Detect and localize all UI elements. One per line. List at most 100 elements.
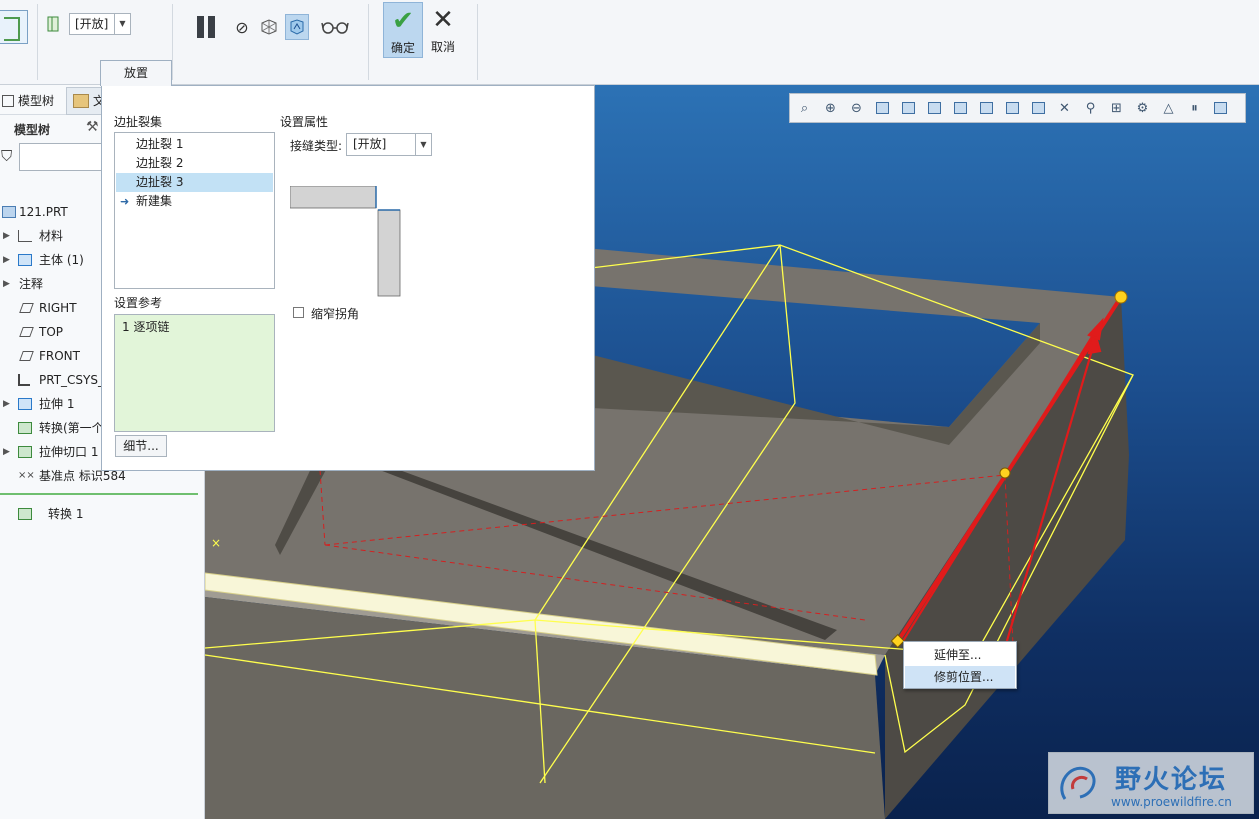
pause-icon <box>197 16 204 38</box>
more-view-icon <box>1214 102 1227 114</box>
pause-regen-button[interactable]: ⏸ <box>1183 97 1206 119</box>
section-icon <box>1006 102 1019 114</box>
placement-panel: 边扯裂集 边扯裂 1 边扯裂 2 边扯裂 3 ➜ 新建集 设置参考 1 逐项链 … <box>101 85 595 471</box>
insert-indicator-line <box>0 493 198 495</box>
preview-icon <box>261 19 277 35</box>
joint-preview-image <box>290 186 401 297</box>
datum-display-button[interactable]: ✕ <box>1053 97 1076 119</box>
watermark-url: www.proewildfire.cn <box>1111 795 1232 809</box>
ribbon-separator <box>37 4 38 80</box>
section-button[interactable] <box>1001 97 1024 119</box>
close-icon: ✕ <box>432 5 454 35</box>
appearance-button[interactable] <box>1027 97 1050 119</box>
reference-collector[interactable]: 1 逐项链 <box>114 314 275 432</box>
view-toolbar: ⌕ ⊕ ⊖ ✕ ⚲ ⊞ ⚙ △ ⏸ <box>789 93 1246 123</box>
mesh-button[interactable]: △ <box>1157 97 1180 119</box>
new-set-arrow-icon: ➜ <box>120 195 130 208</box>
tab-file-browser[interactable]: 文 <box>66 87 106 115</box>
saved-orientations-icon <box>928 102 941 114</box>
checkmark-icon: ✔ <box>392 6 414 36</box>
joint-type-label: 接缝类型: <box>290 139 343 153</box>
tab-placement[interactable]: 放置 <box>100 60 172 86</box>
reference-item[interactable]: 1 逐项链 <box>122 318 169 335</box>
cancel-button[interactable]: ✕ 取消 <box>425 2 461 58</box>
material-icon <box>18 230 32 242</box>
mesh-icon: △ <box>1163 100 1174 116</box>
more-view-button[interactable] <box>1209 97 1232 119</box>
forum-watermark: 野火论坛 www.proewildfire.cn <box>1048 752 1254 814</box>
zoom-in-icon: ⊕ <box>825 100 836 116</box>
zoom-out-button[interactable]: ⊖ <box>845 97 868 119</box>
tab-model-tree[interactable]: 模型树 <box>0 89 62 113</box>
preview-button[interactable] <box>257 14 281 40</box>
body-icon <box>18 254 32 266</box>
appearance-icon <box>1032 102 1045 114</box>
joint-type-value: [开放] <box>75 17 109 31</box>
ribbon-separator <box>368 4 369 80</box>
new-set-item[interactable]: ➜ 新建集 <box>116 192 273 211</box>
datum-plane-icon <box>19 303 34 313</box>
datum-point-marker: × <box>211 536 221 550</box>
zoom-in-button[interactable]: ⊕ <box>819 97 842 119</box>
glasses-icon <box>321 22 349 34</box>
joint-type-select[interactable]: [开放] ▼ <box>346 133 432 156</box>
display-style-icon <box>902 102 915 114</box>
rip-type-icon[interactable] <box>0 10 28 44</box>
properties-title: 设置属性 <box>280 115 329 129</box>
conversion-icon <box>18 422 32 434</box>
expand-arrow-icon[interactable]: ▶ <box>3 273 10 295</box>
end-handle[interactable] <box>1114 290 1128 304</box>
expand-arrow-icon[interactable]: ▶ <box>3 393 10 415</box>
chevron-down-icon: ▼ <box>114 14 130 34</box>
pause-button[interactable] <box>194 14 218 40</box>
confirm-button[interactable]: ✔ 确定 <box>383 2 423 58</box>
confirm-label: 确定 <box>390 41 415 55</box>
folder-icon <box>73 94 89 108</box>
forum-logo-icon <box>1060 766 1096 800</box>
perspective-button[interactable] <box>975 97 998 119</box>
verify-mode-button[interactable] <box>285 14 309 40</box>
menu-item-extend-to[interactable]: 延伸至... <box>905 644 1015 666</box>
joint-shape-icon <box>47 16 59 32</box>
spin-center-icon: ⊞ <box>1111 100 1122 116</box>
display-style-button[interactable] <box>897 97 920 119</box>
part-icon <box>2 206 16 218</box>
menu-item-trim-position[interactable]: 修剪位置... <box>905 666 1015 688</box>
annotation-display-button[interactable]: ⚲ <box>1079 97 1102 119</box>
tree-item-insert-conversion[interactable]: 转换 1 <box>0 503 200 525</box>
mid-handle[interactable] <box>999 467 1011 479</box>
annotation-display-icon: ⚲ <box>1085 100 1096 116</box>
glasses-preview-button[interactable] <box>320 14 350 40</box>
view-manager-button[interactable] <box>949 97 972 119</box>
model-display-button[interactable]: ⚙ <box>1131 97 1154 119</box>
saved-orientations-button[interactable] <box>923 97 946 119</box>
rip-set-item-2[interactable]: 边扯裂 2 <box>116 154 273 173</box>
repaint-icon <box>876 102 889 114</box>
spin-center-button[interactable]: ⊞ <box>1105 97 1128 119</box>
ribbon-separator <box>172 4 173 80</box>
refit-button[interactable]: ⌕ <box>793 97 816 119</box>
pause-icon: ⏸ <box>1191 100 1198 116</box>
rip-set-item-1[interactable]: 边扯裂 1 <box>116 135 273 154</box>
tree-search-input[interactable] <box>19 143 109 171</box>
details-button[interactable]: 细节... <box>115 435 167 457</box>
rip-set-item-3[interactable]: 边扯裂 3 <box>116 173 273 192</box>
tree-icon <box>2 95 14 107</box>
datum-plane-icon <box>19 327 34 337</box>
model-display-icon: ⚙ <box>1136 100 1149 116</box>
conversion-icon <box>18 508 32 520</box>
joint-type-dropdown[interactable]: [开放] ▼ <box>69 13 131 35</box>
chevron-down-icon: ▼ <box>415 134 431 155</box>
watermark-title: 野火论坛 <box>1115 765 1228 795</box>
zoom-out-icon: ⊖ <box>851 100 862 116</box>
expand-arrow-icon[interactable]: ▶ <box>3 225 10 247</box>
narrow-corner-checkbox[interactable] <box>293 307 304 318</box>
settings-hammer-icon[interactable]: ⚒ <box>86 119 99 135</box>
expand-arrow-icon[interactable]: ▶ <box>3 441 10 463</box>
no-preview-button[interactable]: ⊘ <box>230 14 254 40</box>
expand-arrow-icon[interactable]: ▶ <box>3 249 10 271</box>
repaint-button[interactable] <box>871 97 894 119</box>
csys-icon <box>18 374 30 386</box>
filter-icon[interactable]: ⛉ <box>1 147 12 165</box>
extrude-icon <box>18 398 32 410</box>
